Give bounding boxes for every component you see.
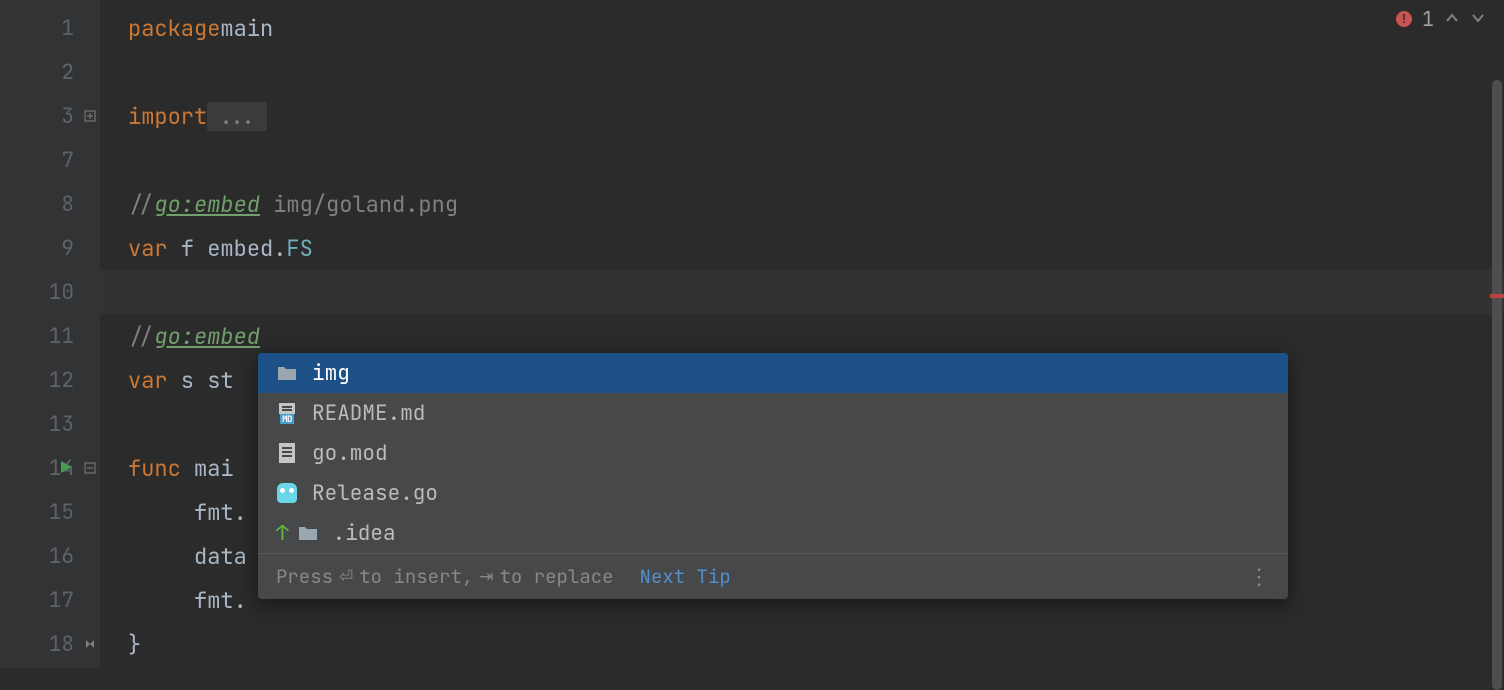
error-count: 1: [1422, 6, 1434, 32]
line-number: 12: [0, 358, 100, 402]
error-stripe[interactable]: [1490, 294, 1504, 298]
code-line[interactable]: }: [128, 622, 1504, 666]
run-gutter-icon[interactable]: [58, 455, 74, 482]
line-number: 13: [0, 402, 100, 446]
completion-popup[interactable]: img MD README.md go.mod Release.go ↑ .id…: [258, 353, 1288, 599]
line-number: 15: [0, 490, 100, 534]
inspection-widget[interactable]: ! 1: [1396, 6, 1486, 32]
line-number: 8: [0, 182, 100, 226]
completion-label: README.md: [312, 400, 425, 427]
fold-close-icon[interactable]: [84, 638, 96, 650]
line-number: 9: [0, 226, 100, 270]
completion-item[interactable]: Release.go: [258, 473, 1288, 513]
code-line[interactable]: [128, 50, 1504, 94]
line-number: 1: [0, 6, 100, 50]
file-icon: [276, 443, 298, 463]
code-line[interactable]: package main: [128, 6, 1504, 50]
folded-region[interactable]: ...: [207, 102, 267, 131]
folder-icon: [297, 525, 319, 541]
code-line[interactable]: var f embed.FS: [128, 226, 1504, 270]
next-error-button[interactable]: [1470, 6, 1486, 32]
folder-icon: [276, 365, 298, 381]
up-arrow-icon: ↑: [276, 520, 289, 547]
code-line[interactable]: import ...: [128, 94, 1504, 138]
completion-label: .idea: [333, 520, 396, 547]
completion-item[interactable]: img: [258, 353, 1288, 393]
code-line[interactable]: [128, 138, 1504, 182]
fold-toggle-icon[interactable]: [84, 462, 96, 474]
completion-label: img: [312, 360, 350, 387]
line-number: 14: [0, 446, 100, 490]
error-icon: !: [1396, 11, 1412, 27]
line-number: 3: [0, 94, 100, 138]
line-number: 11: [0, 314, 100, 358]
line-number: 7: [0, 138, 100, 182]
prev-error-button[interactable]: [1444, 6, 1460, 32]
code-line[interactable]: //go:embed: [128, 314, 1504, 358]
fold-toggle-icon[interactable]: [84, 110, 96, 122]
completion-footer: Press ⏎ to insert, ⇥ to replace Next Tip…: [258, 553, 1288, 599]
completion-item[interactable]: MD README.md: [258, 393, 1288, 433]
markdown-file-icon: MD: [276, 403, 298, 424]
completion-item[interactable]: go.mod: [258, 433, 1288, 473]
code-line[interactable]: [128, 270, 1504, 314]
line-number: 16: [0, 534, 100, 578]
scrollbar-thumb[interactable]: [1492, 80, 1502, 690]
line-number: 2: [0, 50, 100, 94]
completion-item[interactable]: ↑ .idea: [258, 513, 1288, 553]
scrollbar[interactable]: [1490, 40, 1504, 668]
go-file-icon: [276, 483, 298, 503]
tab-key-icon: ⇥: [479, 566, 493, 588]
line-number: 18: [0, 622, 100, 666]
enter-key-icon: ⏎: [339, 566, 353, 588]
completion-label: Release.go: [312, 480, 438, 507]
line-number: 10: [0, 270, 100, 314]
code-line[interactable]: //go:embed img/goland.png: [128, 182, 1504, 226]
gutter: 1 2 3 7 8 9 10 11 12 13 14 15 16 17 18: [0, 0, 100, 668]
line-number: 17: [0, 578, 100, 622]
next-tip-link[interactable]: Next Tip: [640, 564, 731, 589]
error-squiggle: [264, 335, 284, 337]
completion-label: go.mod: [312, 440, 388, 467]
